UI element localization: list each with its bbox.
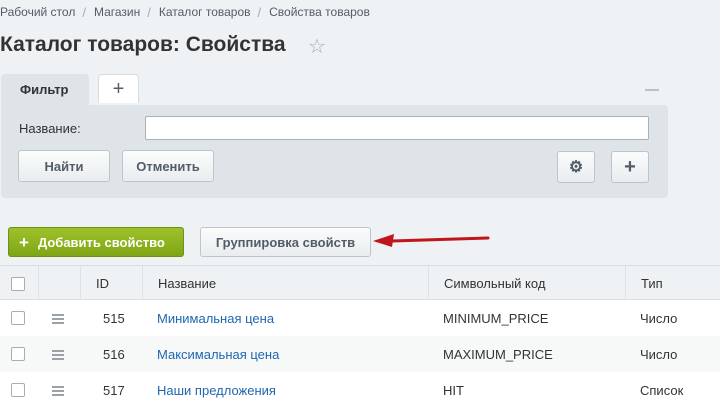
row-code: HIT xyxy=(443,382,464,398)
add-field-button[interactable]: + xyxy=(611,151,649,183)
breadcrumb-item-desktop[interactable]: Рабочий стол xyxy=(0,5,75,19)
find-button[interactable]: Найти xyxy=(18,150,110,182)
header-code[interactable]: Символьный код xyxy=(428,266,625,300)
plus-icon: + xyxy=(19,232,29,252)
row-checkbox[interactable] xyxy=(11,347,25,361)
header-actions xyxy=(38,266,80,300)
filter-tab[interactable]: Фильтр xyxy=(1,74,89,106)
row-code: MAXIMUM_PRICE xyxy=(443,346,553,362)
row-menu-icon[interactable] xyxy=(52,314,64,324)
row-id: 517 xyxy=(103,382,125,398)
page-title: Каталог товаров: Свойства xyxy=(0,33,286,56)
table-row[interactable]: 517 Наши предложения HIT Список xyxy=(0,372,720,406)
row-name-link[interactable]: Наши предложения xyxy=(157,372,276,406)
row-name-link[interactable]: Минимальная цена xyxy=(157,300,274,336)
table-row[interactable]: 515 Минимальная цена MINIMUM_PRICE Число xyxy=(0,300,720,336)
add-property-button[interactable]: + Добавить свойство xyxy=(8,227,184,257)
row-type: Список xyxy=(640,382,684,398)
breadcrumb-item-properties[interactable]: Свойства товаров xyxy=(269,5,370,19)
row-menu-icon[interactable] xyxy=(52,386,64,396)
add-property-label: Добавить свойство xyxy=(37,234,165,250)
table-header: ID Название Символьный код Тип xyxy=(0,265,720,300)
header-id[interactable]: ID xyxy=(80,266,142,300)
breadcrumb-separator: / xyxy=(147,4,151,20)
filter-name-input[interactable] xyxy=(145,116,649,140)
row-name-link[interactable]: Максимальная цена xyxy=(157,336,279,372)
row-checkbox[interactable] xyxy=(11,383,25,397)
header-type[interactable]: Тип xyxy=(625,266,720,300)
red-arrow-annotation-icon xyxy=(373,234,490,247)
filter-name-label: Название: xyxy=(19,121,81,136)
header-name[interactable]: Название xyxy=(142,266,428,300)
row-id: 515 xyxy=(103,310,125,326)
breadcrumb-item-shop[interactable]: Магазин xyxy=(94,5,140,19)
row-menu-icon[interactable] xyxy=(52,350,64,360)
row-checkbox[interactable] xyxy=(11,311,25,325)
properties-table: ID Название Символьный код Тип 515 Миним… xyxy=(0,265,720,406)
cancel-button[interactable]: Отменить xyxy=(122,150,214,182)
group-properties-button[interactable]: Группировка свойств xyxy=(200,227,371,257)
breadcrumb-separator: / xyxy=(82,4,86,20)
collapse-filter-icon[interactable] xyxy=(645,89,659,91)
breadcrumb-item-catalog[interactable]: Каталог товаров xyxy=(159,5,251,19)
settings-gear-icon[interactable]: ⚙ xyxy=(557,151,595,183)
favorite-star-icon[interactable]: ☆ xyxy=(308,37,328,57)
row-type: Число xyxy=(640,346,678,362)
row-code: MINIMUM_PRICE xyxy=(443,310,549,326)
table-row[interactable]: 516 Максимальная цена MAXIMUM_PRICE Числ… xyxy=(0,336,720,372)
row-type: Число xyxy=(640,310,678,326)
select-all-checkbox[interactable] xyxy=(11,277,25,291)
add-filter-tab-button[interactable]: + xyxy=(98,74,139,103)
breadcrumb-separator: / xyxy=(257,4,262,20)
row-id: 516 xyxy=(103,346,125,362)
breadcrumb: Рабочий стол / Магазин / Каталог товаров… xyxy=(0,4,370,20)
